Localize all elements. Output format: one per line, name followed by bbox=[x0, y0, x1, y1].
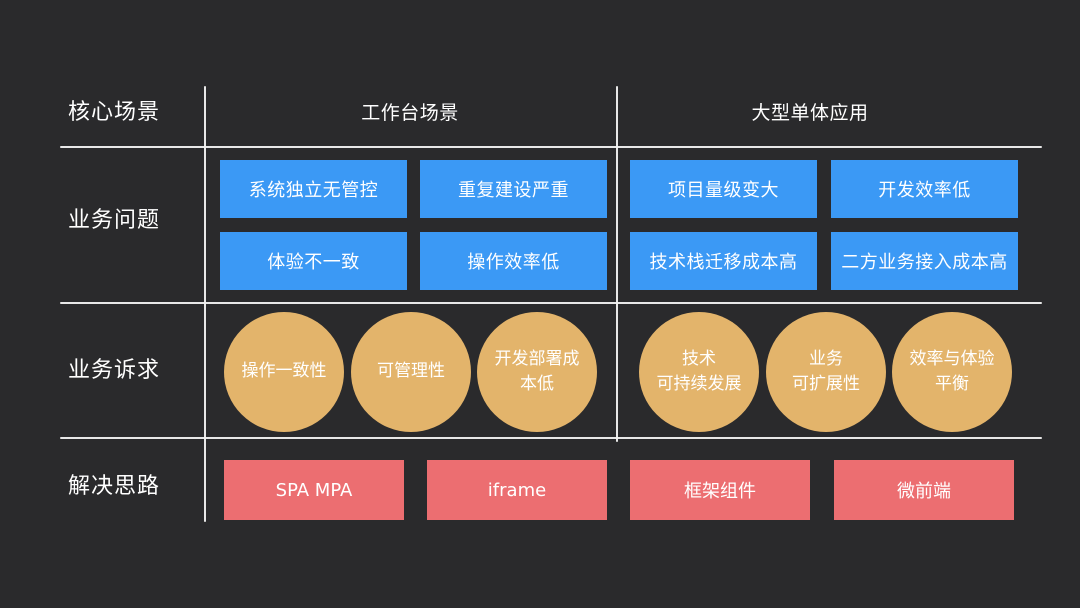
problem-box-dev-efficiency: 开发效率低 bbox=[831, 160, 1018, 218]
demand-circle-sustainable-tech: 技术 可持续发展 bbox=[639, 312, 759, 432]
column-header-monolith: 大型单体应用 bbox=[751, 102, 869, 124]
demand-label: 业务 可扩展性 bbox=[792, 348, 860, 395]
problem-box-operation-efficiency: 操作效率低 bbox=[420, 232, 607, 290]
divider-after-problems bbox=[60, 302, 1042, 304]
demand-label: 操作一致性 bbox=[241, 361, 327, 382]
divider-after-demands bbox=[60, 437, 1042, 439]
row-label-business-problems: 业务问题 bbox=[68, 208, 161, 233]
divider-left-column bbox=[204, 86, 206, 522]
row-label-business-demands: 业务诉求 bbox=[68, 358, 161, 383]
divider-mid-column bbox=[616, 86, 618, 442]
problem-box-stack-migration: 技术栈迁移成本高 bbox=[630, 232, 817, 290]
solution-box-iframe: iframe bbox=[427, 460, 607, 520]
solution-box-spa-mpa: SPA MPA bbox=[224, 460, 404, 520]
problem-box-system-independent: 系统独立无管控 bbox=[220, 160, 407, 218]
solution-box-framework-component: 框架组件 bbox=[630, 460, 810, 520]
solution-box-micro-frontend: 微前端 bbox=[834, 460, 1014, 520]
demand-circle-manageability: 可管理性 bbox=[351, 312, 471, 432]
problem-box-second-party-integration: 二方业务接入成本高 bbox=[831, 232, 1018, 290]
demand-circle-low-deploy-cost: 开发部署成 本低 bbox=[477, 312, 597, 432]
divider-after-header bbox=[60, 146, 1042, 148]
demand-circle-business-extensibility: 业务 可扩展性 bbox=[766, 312, 886, 432]
demand-label: 技术 可持续发展 bbox=[656, 348, 742, 395]
row-label-core-scene: 核心场景 bbox=[68, 100, 161, 125]
demand-label: 效率与体验 平衡 bbox=[909, 348, 995, 395]
column-header-workbench: 工作台场景 bbox=[361, 102, 459, 124]
problem-box-project-scale: 项目量级变大 bbox=[630, 160, 817, 218]
demand-label: 开发部署成 本低 bbox=[494, 348, 580, 395]
demand-circle-operation-consistency: 操作一致性 bbox=[224, 312, 344, 432]
problem-box-duplicate-build: 重复建设严重 bbox=[420, 160, 607, 218]
row-label-solutions: 解决思路 bbox=[68, 474, 161, 499]
demand-label: 可管理性 bbox=[377, 361, 445, 382]
demand-circle-efficiency-experience: 效率与体验 平衡 bbox=[892, 312, 1012, 432]
problem-box-inconsistent-experience: 体验不一致 bbox=[220, 232, 407, 290]
